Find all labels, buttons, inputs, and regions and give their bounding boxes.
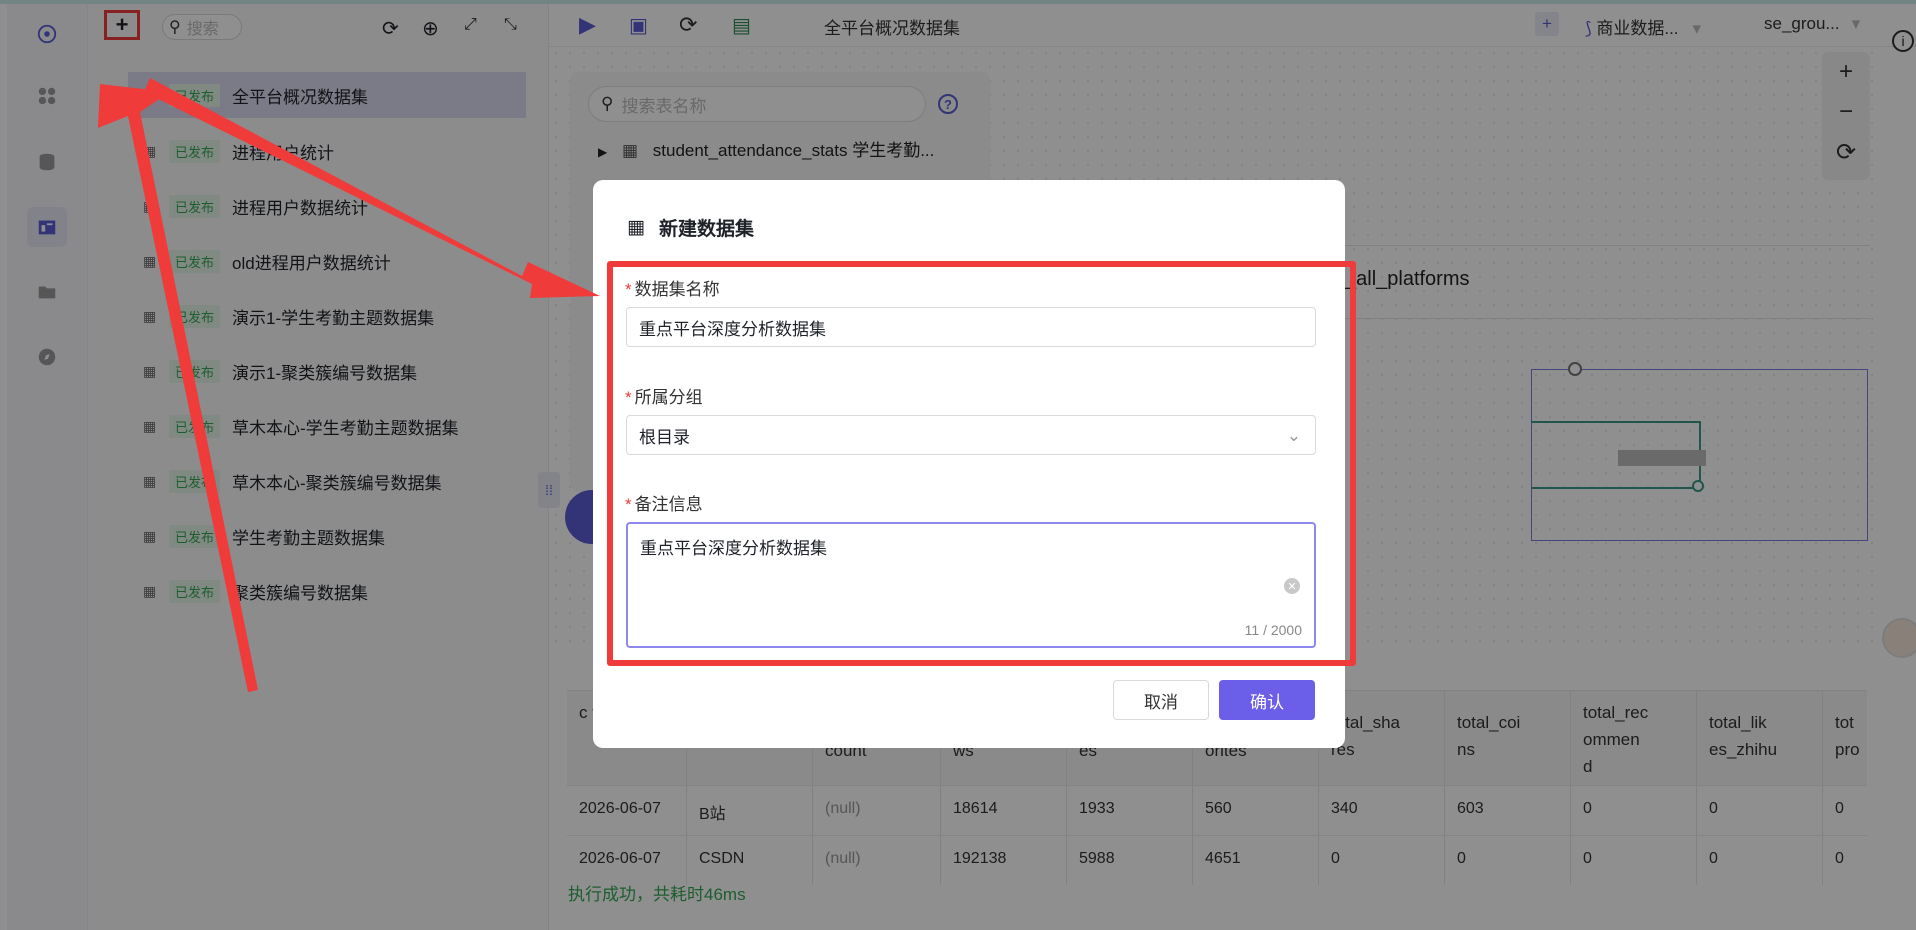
annotation-arrow-right <box>144 78 600 298</box>
annotation-arrows <box>98 78 600 692</box>
annotation-arrow-up <box>98 84 258 692</box>
